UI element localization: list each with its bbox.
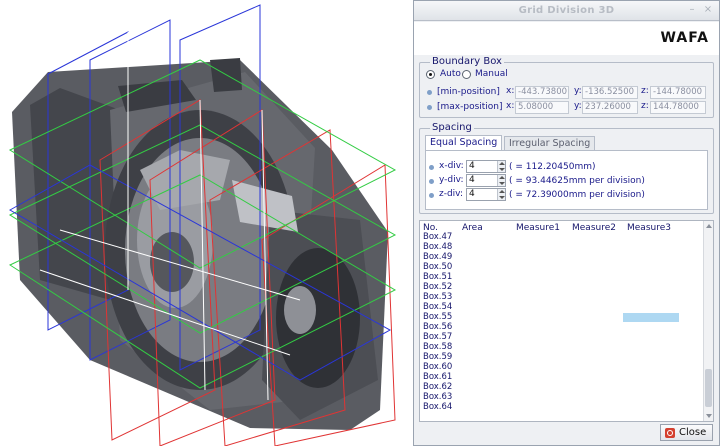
table-row[interactable]: Box.60	[423, 362, 452, 372]
table-row[interactable]: Box.52	[423, 282, 452, 292]
stepper-arrows-icon[interactable]	[497, 175, 505, 186]
max-y-axis-label: y:	[574, 101, 582, 111]
min-y-field[interactable]: -136.52500	[582, 86, 638, 99]
table-row[interactable]: Box.50	[423, 262, 452, 272]
x-div-label: x-div:	[439, 161, 464, 171]
min-position-label: [min-position]	[437, 87, 500, 97]
column-header-measure2[interactable]: Measure2	[572, 223, 616, 233]
close-button[interactable]: Close	[660, 424, 713, 441]
selected-cell-highlight[interactable]	[623, 313, 679, 322]
table-row[interactable]: Box.58	[423, 342, 452, 352]
cad-model-render	[8, 4, 397, 446]
column-header-area[interactable]: Area	[462, 223, 483, 233]
min-y-axis-label: y:	[574, 86, 582, 96]
z-div-bullet-icon	[429, 193, 434, 198]
table-row[interactable]: Box.59	[423, 352, 452, 362]
y-div-label: y-div:	[439, 175, 464, 185]
tab-irregular-spacing[interactable]: Irregular Spacing	[504, 136, 596, 151]
max-x-field[interactable]: 5.08000	[515, 101, 569, 114]
table-row[interactable]: Box.47	[423, 232, 452, 242]
min-z-field[interactable]: -144.78000	[650, 86, 706, 99]
min-x-field[interactable]: -443.73800	[515, 86, 569, 99]
cad-viewport[interactable]	[0, 0, 412, 446]
stepper-arrows-icon[interactable]	[497, 189, 505, 200]
scroll-down-icon[interactable]	[706, 414, 712, 418]
logo-banner: WAFA	[414, 22, 719, 55]
y-div-bullet-icon	[429, 179, 434, 184]
stepper-arrows-icon[interactable]	[497, 161, 505, 172]
table-row[interactable]: Box.64	[423, 402, 452, 412]
table-row[interactable]: Box.53	[423, 292, 452, 302]
x-div-value: 4	[469, 161, 475, 171]
wafa-logo: WAFA	[660, 30, 709, 46]
table-row[interactable]: Box.49	[423, 252, 452, 262]
min-z-axis-label: z:	[641, 86, 649, 96]
z-div-label: z-div:	[439, 189, 464, 199]
z-div-value: 4	[469, 189, 475, 199]
auto-radio[interactable]	[426, 70, 435, 79]
y-div-value: 4	[469, 175, 475, 185]
table-row[interactable]: Box.48	[423, 242, 452, 252]
column-header-measure3[interactable]: Measure3	[627, 223, 671, 233]
y-div-result: ( = 93.44625mm per division)	[509, 176, 645, 186]
z-div-stepper[interactable]: 4	[466, 188, 506, 201]
table-row[interactable]: Box.61	[423, 372, 452, 382]
results-table[interactable]: No. Area Measure1 Measure2 Measure3 Box.…	[419, 220, 714, 422]
min-bullet-icon	[427, 90, 432, 95]
spacing-label: Spacing	[430, 122, 474, 133]
tab-equal-spacing[interactable]: Equal Spacing	[425, 135, 503, 151]
table-scrollbar[interactable]	[703, 221, 713, 421]
max-position-label: [max-position]	[437, 102, 503, 112]
table-row[interactable]: Box.55	[423, 312, 452, 322]
close-icon	[665, 428, 675, 438]
y-div-stepper[interactable]: 4	[466, 174, 506, 187]
x-div-result: ( = 112.20450mm)	[509, 162, 596, 172]
window-title: Grid Division 3D	[518, 5, 615, 16]
boundary-box-label: Boundary Box	[430, 56, 504, 67]
max-x-axis-label: x:	[506, 101, 515, 111]
table-row[interactable]: Box.63	[423, 392, 452, 402]
table-row[interactable]: Box.54	[423, 302, 452, 312]
close-window-icon[interactable]: ×	[702, 5, 714, 16]
column-header-measure1[interactable]: Measure1	[516, 223, 560, 233]
title-bar[interactable]: Grid Division 3D – ×	[414, 1, 719, 21]
max-z-axis-label: z:	[641, 101, 649, 111]
close-button-label: Close	[679, 427, 707, 438]
table-row[interactable]: Box.62	[423, 382, 452, 392]
minimize-icon[interactable]: –	[686, 5, 698, 16]
manual-radio[interactable]	[462, 70, 471, 79]
scroll-up-icon[interactable]	[706, 224, 712, 228]
x-div-bullet-icon	[429, 165, 434, 170]
max-bullet-icon	[427, 105, 432, 110]
auto-radio-label: Auto	[440, 69, 461, 79]
scroll-thumb[interactable]	[705, 369, 712, 407]
max-z-field[interactable]: 144.78000	[650, 101, 706, 114]
table-row[interactable]: Box.51	[423, 272, 452, 282]
manual-radio-label: Manual	[475, 69, 508, 79]
min-x-axis-label: x:	[506, 86, 515, 96]
table-row[interactable]: Box.57	[423, 332, 452, 342]
x-div-stepper[interactable]: 4	[466, 160, 506, 173]
z-div-result: ( = 72.39000mm per division)	[509, 190, 645, 200]
max-y-field[interactable]: 237.26000	[582, 101, 638, 114]
table-row[interactable]: Box.56	[423, 322, 452, 332]
